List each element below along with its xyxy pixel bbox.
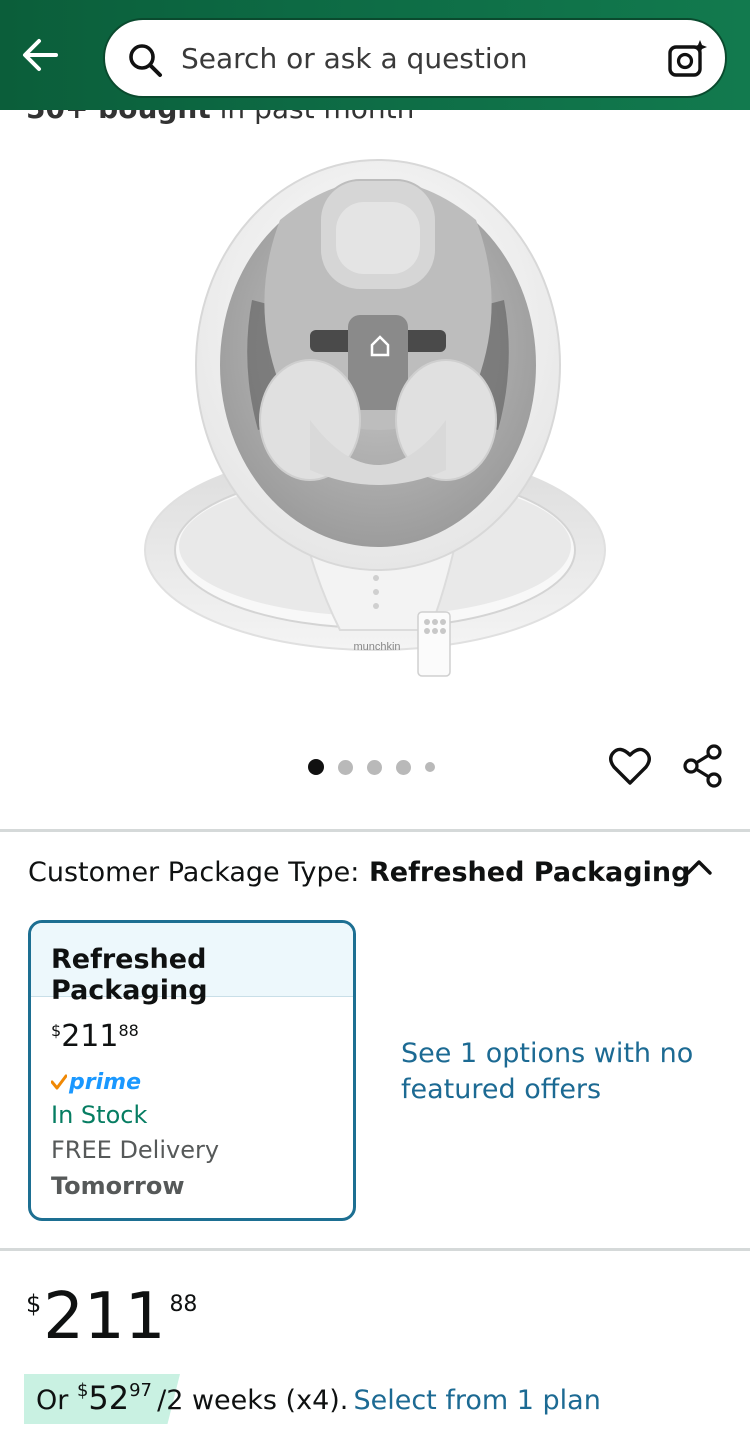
search-input[interactable]: Search or ask a question — [181, 42, 528, 75]
carousel-dot[interactable] — [425, 762, 435, 772]
variation-selected-value: Refreshed Packaging — [369, 857, 691, 888]
delivery-date: Tomorrow — [51, 1172, 185, 1200]
delivery-label: FREE Delivery — [51, 1136, 220, 1164]
back-button[interactable] — [18, 34, 64, 76]
camera-sparkle-icon[interactable] — [667, 38, 709, 80]
image-carousel-indicator — [308, 757, 435, 777]
heart-icon[interactable] — [608, 745, 652, 787]
option-card-title: Refreshed Packaging — [31, 923, 353, 1006]
product-image[interactable]: munchkin — [140, 150, 610, 690]
variation-option-card[interactable]: Refreshed Packaging $21188 prime In Stoc… — [28, 920, 356, 1221]
carousel-dot[interactable] — [338, 759, 353, 775]
section-divider — [0, 829, 750, 832]
prime-check-icon — [51, 1074, 67, 1090]
section-divider — [0, 1248, 750, 1251]
installment-offer: Or $5297 /2 weeks (x4). Select from 1 pl… — [36, 1379, 601, 1417]
product-price: $211 88 — [26, 1280, 198, 1354]
variation-label: Customer Package Type: — [28, 857, 360, 888]
search-bar[interactable]: Search or ask a question — [103, 18, 727, 98]
carousel-dot[interactable] — [396, 759, 411, 775]
munchkin-logo: munchkin — [353, 641, 400, 653]
stock-status: In Stock — [51, 1101, 148, 1129]
share-icon[interactable] — [682, 744, 724, 788]
chevron-up-icon[interactable] — [684, 856, 714, 878]
arrow-left-icon — [23, 39, 58, 71]
select-plan-link[interactable]: Select from 1 plan — [353, 1385, 600, 1416]
carousel-dot[interactable] — [308, 759, 324, 775]
search-icon — [129, 44, 162, 77]
option-card-price: $21188 — [51, 1019, 139, 1054]
baby-swing-image: munchkin — [144, 159, 606, 677]
prime-badge: prime — [51, 1068, 141, 1096]
carousel-dot[interactable] — [367, 759, 382, 775]
see-other-options-link[interactable]: See 1 options with no featured offers — [401, 1036, 701, 1108]
top-navigation-bar: Search or ask a question — [0, 0, 750, 110]
